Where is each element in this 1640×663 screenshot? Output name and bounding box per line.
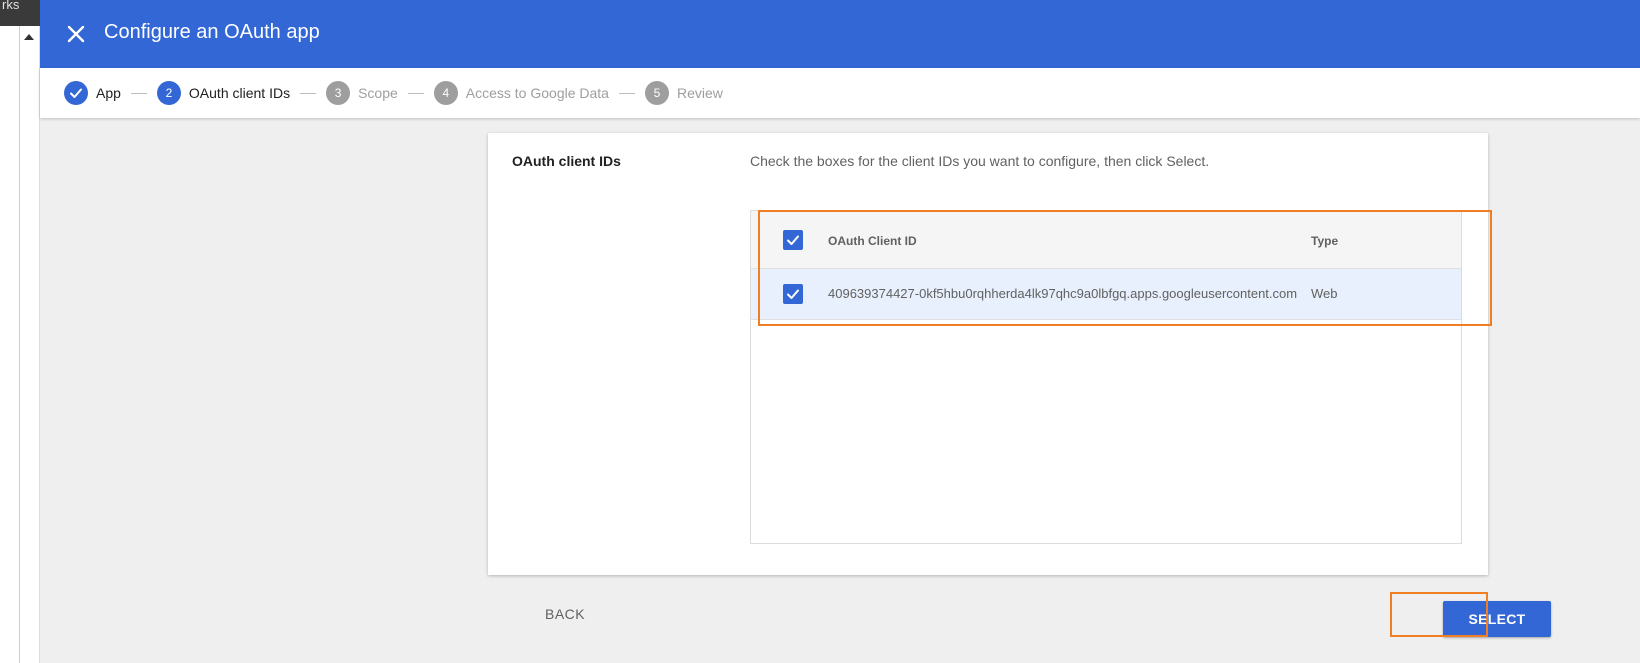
page: rks Configure an OAuth app App 2 OAuth c… xyxy=(0,0,1640,663)
step-number: 5 xyxy=(644,81,669,105)
step-scope[interactable]: 3 Scope xyxy=(326,81,398,105)
client-id-cell: 409639374427-0kf5hbu0rqhherda4lk97qhc9a0… xyxy=(828,286,1298,301)
step-divider xyxy=(407,92,424,94)
select-button[interactable]: SELECT xyxy=(1443,601,1551,637)
instructions-text: Check the boxes for the client IDs you w… xyxy=(750,153,1210,169)
step-label: OAuth client IDs xyxy=(188,85,291,101)
step-oauth-client-ids[interactable]: 2 OAuth client IDs xyxy=(156,81,291,105)
oauth-client-ids-card: OAuth client IDs Check the boxes for the… xyxy=(488,133,1488,575)
scroll-up-arrow-icon[interactable] xyxy=(24,34,34,40)
stepper: App 2 OAuth client IDs 3 Scope 4 Access … xyxy=(40,68,1640,118)
check-icon xyxy=(787,289,799,299)
step-review[interactable]: 5 Review xyxy=(644,81,723,105)
type-cell: Web xyxy=(1311,286,1338,301)
step-label: Access to Google Data xyxy=(465,85,609,101)
step-label: App xyxy=(96,85,121,101)
step-number: 4 xyxy=(433,81,458,105)
back-button[interactable]: BACK xyxy=(545,606,585,622)
step-divider xyxy=(300,92,317,94)
step-app[interactable]: App xyxy=(64,81,121,105)
check-icon xyxy=(787,235,799,245)
column-header-client-id[interactable]: OAuth Client ID xyxy=(828,234,917,248)
background-tab: rks xyxy=(0,0,40,26)
select-all-checkbox[interactable] xyxy=(783,230,803,250)
background-scrollbar[interactable] xyxy=(19,26,39,663)
configure-oauth-dialog: Configure an OAuth app App 2 OAuth clien… xyxy=(40,0,1640,663)
dialog-title: Configure an OAuth app xyxy=(104,21,320,43)
step-label: Scope xyxy=(358,85,398,101)
background-window-strip: rks xyxy=(0,0,40,663)
step-divider xyxy=(130,92,147,94)
step-number: 3 xyxy=(326,81,351,105)
column-header-type[interactable]: Type xyxy=(1311,234,1338,248)
table-row[interactable]: 409639374427-0kf5hbu0rqhherda4lk97qhc9a0… xyxy=(751,269,1461,320)
client-ids-table: OAuth Client ID Type 409639374427-0kf5hb… xyxy=(750,210,1462,544)
step-access-to-google-data[interactable]: 4 Access to Google Data xyxy=(433,81,609,105)
row-checkbox[interactable] xyxy=(783,284,803,304)
step-label: Review xyxy=(676,85,723,101)
dialog-header: Configure an OAuth app xyxy=(40,0,1640,68)
check-icon xyxy=(64,81,88,105)
step-divider xyxy=(618,92,635,94)
table-header: OAuth Client ID Type xyxy=(751,211,1461,269)
section-label: OAuth client IDs xyxy=(512,153,621,169)
close-icon[interactable] xyxy=(60,18,92,50)
step-number: 2 xyxy=(156,81,181,105)
